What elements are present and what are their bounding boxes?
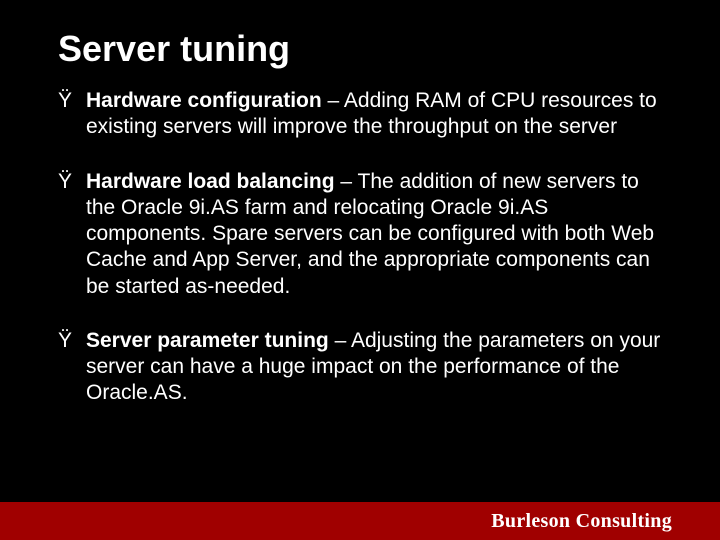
slide-content: Ÿ Hardware configuration – Adding RAM of… (0, 70, 720, 407)
bullet-marker-icon: Ÿ (58, 88, 86, 114)
bullet-item: Ÿ Server parameter tuning – Adjusting th… (58, 328, 670, 407)
bullet-marker-icon: Ÿ (58, 328, 86, 354)
bullet-marker-icon: Ÿ (58, 169, 86, 195)
footer-brand: Burleson Consulting (491, 510, 672, 533)
bullet-bold: Server parameter tuning (86, 329, 329, 352)
bullet-text: Hardware configuration – Adding RAM of C… (86, 88, 670, 141)
bullet-text: Hardware load balancing – The addition o… (86, 169, 670, 300)
bullet-item: Ÿ Hardware load balancing – The addition… (58, 169, 670, 300)
slide-title: Server tuning (0, 0, 720, 70)
bullet-item: Ÿ Hardware configuration – Adding RAM of… (58, 88, 670, 141)
footer-bar: Burleson Consulting (0, 502, 720, 540)
slide-container: Server tuning Ÿ Hardware configuration –… (0, 0, 720, 540)
bullet-bold: Hardware load balancing (86, 170, 335, 193)
bullet-bold: Hardware configuration (86, 89, 322, 112)
bullet-text: Server parameter tuning – Adjusting the … (86, 328, 670, 407)
